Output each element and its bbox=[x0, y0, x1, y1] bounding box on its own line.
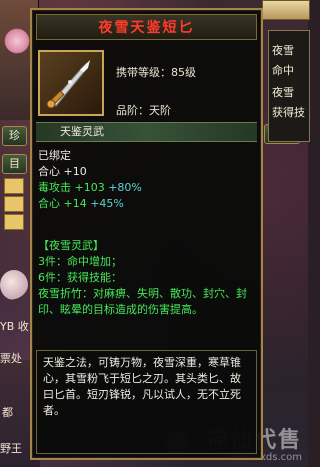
set-skill: 夜雪折竹：对麻痹、失明、散功、封穴、封印、眩晕的目标造成的伤害提高。 bbox=[38, 287, 247, 316]
set-bonus-6: 6件：获得技能： bbox=[38, 271, 122, 284]
section-title: 天鉴灵武 bbox=[36, 122, 257, 142]
stat-row: 合心 +14 +45% bbox=[38, 197, 124, 210]
set-name: 【夜雪灵武】 bbox=[38, 239, 104, 252]
bg-label-du: 都 bbox=[2, 406, 13, 419]
stat-row: 毒攻击 +103 +80% bbox=[38, 181, 142, 194]
stat-row: 合心 +10 bbox=[38, 165, 87, 178]
bg-label-wild: 野王 bbox=[0, 442, 22, 455]
bound-status: 已绑定 bbox=[38, 149, 71, 162]
item-info: 携带等级：85级 品阶：天阶 bbox=[116, 54, 196, 130]
bg-label-ticket: 票处 bbox=[0, 352, 22, 365]
tooltip-header: 夜雪天鉴短匕 bbox=[36, 14, 257, 40]
bg-label-yb: YB 收 bbox=[0, 320, 29, 333]
bg-right-row-1: 夜雪 bbox=[272, 44, 294, 57]
mail-icon-3[interactable] bbox=[4, 214, 24, 230]
flower-icon bbox=[2, 26, 32, 56]
npc-face-icon bbox=[0, 270, 28, 300]
bg-right-title bbox=[262, 0, 310, 20]
mail-icon[interactable] bbox=[4, 178, 24, 194]
stats-block: 已绑定 合心 +10 毒攻击 +103 +80% 合心 +14 +45% bbox=[38, 148, 258, 212]
bg-right-row-3: 夜雪 bbox=[272, 86, 294, 99]
item-description: 天鉴之法，可铸万物，夜雪深重，寒草锥心，其雪粉飞于短匕之刃。其头类匕、故曰匕首。… bbox=[36, 350, 257, 454]
bg-tab-1[interactable]: 珍 bbox=[2, 126, 27, 146]
bg-right-row-2: 命中 bbox=[272, 64, 294, 77]
bg-tab-2[interactable]: 目 bbox=[2, 154, 27, 174]
carry-level: 携带等级：85级 bbox=[116, 66, 196, 79]
dagger-icon bbox=[38, 50, 104, 116]
set-bonus-3: 3件：命中增加； bbox=[38, 255, 122, 268]
set-block: 【夜雪灵武】 3件：命中增加； 6件：获得技能： 夜雪折竹：对麻痹、失明、散功、… bbox=[38, 238, 258, 318]
item-title: 夜雪天鉴短匕 bbox=[98, 20, 195, 36]
bg-right-row-4: 获得技 bbox=[272, 106, 305, 119]
item-tooltip: 夜雪天鉴短匕 携带等级：85级 品阶：天阶 天鉴灵武 已绑定 合心 +10 毒攻… bbox=[30, 8, 263, 460]
mail-icon-2[interactable] bbox=[4, 196, 24, 212]
